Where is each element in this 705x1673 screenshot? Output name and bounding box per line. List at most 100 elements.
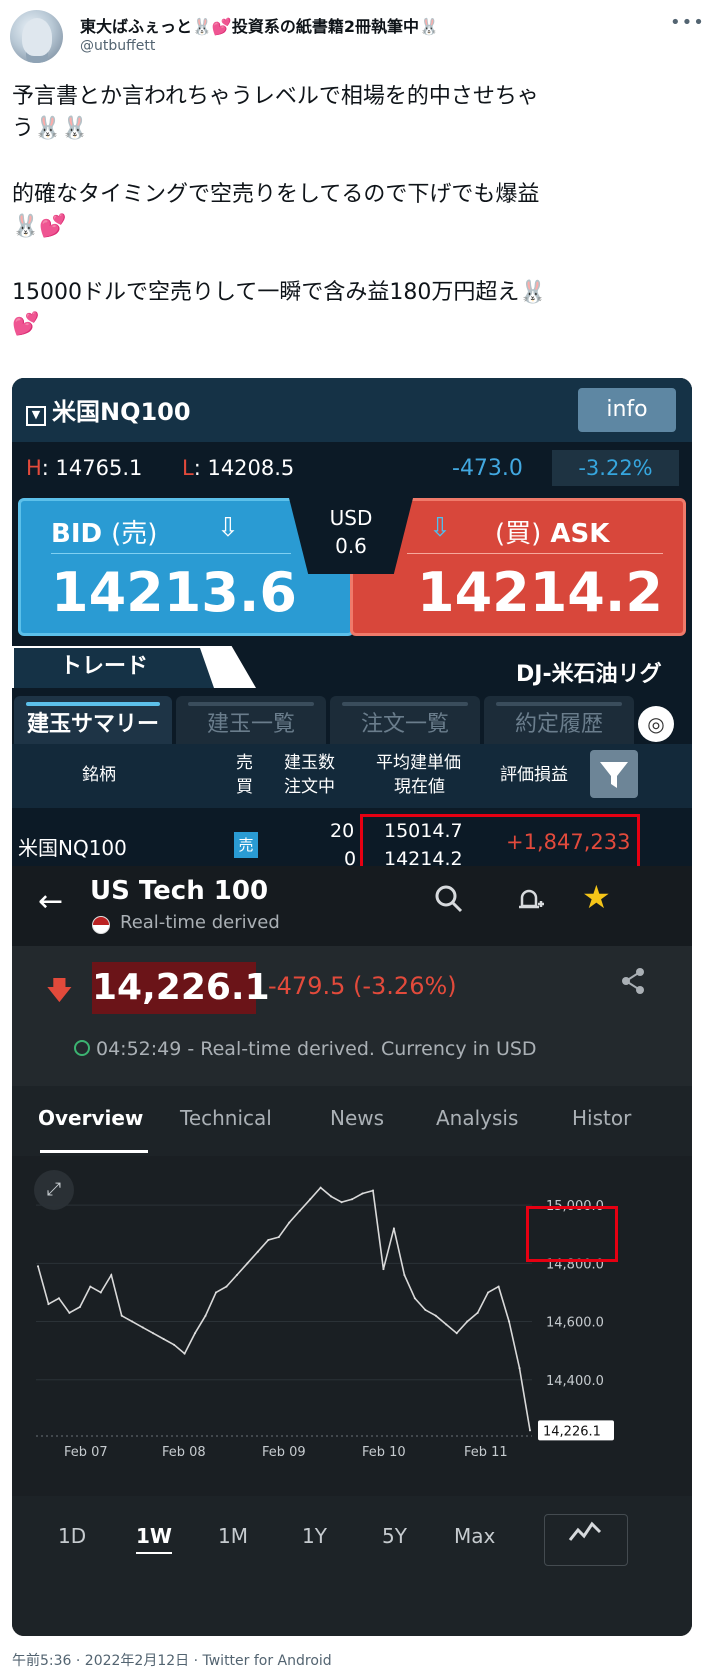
tab-trade-label: トレード <box>60 654 149 679</box>
subtab-position-summary[interactable]: 建玉サマリー <box>14 696 172 746</box>
attached-screenshot[interactable]: ▼ 米国NQ100 info H: 14765.1 L: 14208.5 -473… <box>12 378 692 1636</box>
filter-icon[interactable] <box>590 750 638 798</box>
tab-technical[interactable]: Technical <box>180 1106 272 1130</box>
data-point <box>298 1209 301 1212</box>
back-arrow-icon[interactable]: ← <box>38 884 63 919</box>
tab-overview[interactable]: Overview <box>38 1106 143 1130</box>
data-point <box>382 1268 385 1271</box>
tweet-timestamp[interactable]: 午前5:36 · 2022年2月12日 · Twitter for Androi… <box>12 1650 332 1670</box>
info-button[interactable]: info <box>578 388 676 432</box>
instrument-subtitle: Real-time derived <box>120 912 280 933</box>
tweet-text-line: 15000ドルで空売りして一瞬で含み益180万円超え🐰 <box>12 280 547 305</box>
more-icon[interactable]: ••• <box>670 12 705 33</box>
data-point <box>267 1239 270 1242</box>
tweet-text-line: 🐰💕 <box>12 214 67 239</box>
low-prefix: L <box>182 456 194 480</box>
data-point <box>424 1308 427 1311</box>
data-point <box>37 1265 39 1268</box>
data-point <box>529 1429 531 1432</box>
data-point <box>277 1236 280 1239</box>
data-point <box>120 1314 123 1317</box>
ask-label: (買) ASK <box>495 519 610 549</box>
price-chart[interactable]: ⤢ 15,000.0 14,800.0 14,600.0 14,400.0 Feb 07… <box>12 1156 692 1496</box>
range-1d[interactable]: 1D <box>58 1524 86 1548</box>
data-point <box>68 1311 71 1314</box>
data-point <box>99 1291 102 1294</box>
data-point <box>194 1332 197 1335</box>
trading-app: ▼ 米国NQ100 info H: 14765.1 L: 14208.5 -473… <box>12 378 692 920</box>
avatar[interactable] <box>10 10 63 63</box>
tweet-text-line: 予言書とか言われちゃうレベルで相場を的中させちゃ <box>12 84 539 109</box>
data-point <box>518 1367 521 1370</box>
app-header: ← US Tech 100 Real-time derived ★ <box>12 866 692 946</box>
tweet-text-line: 💕 <box>12 312 40 337</box>
share-icon[interactable] <box>618 966 648 1003</box>
tab-historical[interactable]: Histor <box>572 1106 631 1130</box>
data-point <box>361 1192 364 1195</box>
range-max[interactable]: Max <box>454 1524 495 1548</box>
dropdown-icon[interactable]: ▼ <box>26 406 46 426</box>
low-value: L: 14208.5 <box>182 456 294 480</box>
camera-icon[interactable]: ◎ <box>638 706 674 742</box>
quote-header: ▼ 米国NQ100 info <box>12 378 692 442</box>
data-point <box>319 1186 322 1189</box>
tab-analysis[interactable]: Analysis <box>436 1106 518 1130</box>
search-icon[interactable] <box>434 884 464 921</box>
user-handle[interactable]: @utbuffett <box>80 38 155 54</box>
col-pnl: 評価損益 <box>500 765 568 785</box>
subtab-execution-history[interactable]: 約定履歴 <box>484 696 634 746</box>
data-point <box>47 1303 50 1306</box>
data-point <box>455 1332 458 1335</box>
price-change: -479.5 (-3.26%) <box>268 972 457 1000</box>
data-point <box>235 1273 238 1276</box>
high-prefix: H <box>26 456 42 480</box>
spread-currency: USD <box>329 506 373 530</box>
data-point <box>214 1291 217 1294</box>
data-point <box>225 1285 228 1288</box>
data-point <box>340 1201 343 1204</box>
x-tick-label: Feb 07 <box>64 1445 108 1460</box>
col-side-sell: 売 <box>236 753 253 773</box>
row-pnl: +1,847,233 <box>506 830 631 854</box>
alert-add-icon[interactable] <box>514 884 546 922</box>
position-subtabs: 建玉サマリー 建玉一覧 注文一覧 約定履歴 ◎ <box>12 688 692 746</box>
range-1m[interactable]: 1M <box>218 1524 248 1548</box>
col-current-price: 現在値 <box>394 777 445 797</box>
low-number: : 14208.5 <box>193 456 295 480</box>
data-point <box>173 1343 176 1346</box>
data-point <box>204 1314 207 1317</box>
x-tick-label: Feb 09 <box>262 1445 306 1460</box>
range-1w[interactable]: 1W <box>136 1524 172 1554</box>
row-avg-price: 15014.7 <box>384 820 463 842</box>
range-1y[interactable]: 1Y <box>302 1524 327 1548</box>
star-icon[interactable]: ★ <box>582 878 611 916</box>
x-tick-label: Feb 08 <box>162 1445 206 1460</box>
data-point <box>89 1285 92 1288</box>
down-arrow-icon: 🡇 <box>46 976 73 1006</box>
col-qty: 建玉数 <box>284 753 335 773</box>
chart-type-icon[interactable] <box>544 1514 628 1566</box>
display-name[interactable]: 東大ばふぇっと🐰💕投資系の紙書籍2冊執筆中🐰 <box>80 13 439 37</box>
data-point <box>246 1262 249 1265</box>
ask-price: 14214.2 <box>417 561 663 624</box>
subtab-position-list[interactable]: 建玉一覧 <box>176 696 326 746</box>
high-low-row: H: 14765.1 L: 14208.5 -473.0 -3.22% <box>12 442 692 492</box>
symbol-title[interactable]: ▼ 米国NQ100 <box>26 392 191 427</box>
data-point <box>434 1314 437 1317</box>
col-symbol: 銘柄 <box>82 765 116 785</box>
tab-news[interactable]: News <box>330 1106 384 1130</box>
subtab-order-list[interactable]: 注文一覧 <box>330 696 480 746</box>
range-5y[interactable]: 5Y <box>382 1524 407 1548</box>
data-point <box>413 1297 416 1300</box>
highlight-box <box>526 1206 618 1262</box>
sell-badge: 売 <box>234 832 258 858</box>
timestamp: 04:52:49 - Real-time derived. Currency i… <box>96 1038 537 1060</box>
x-tick-label: Feb 11 <box>464 1445 508 1460</box>
instrument-title: US Tech 100 <box>90 876 269 906</box>
section-tabs: Overview Technical News Analysis Histor <box>12 1086 692 1152</box>
symbol-label: 米国NQ100 <box>52 398 191 426</box>
data-point <box>445 1323 448 1326</box>
data-point <box>392 1227 395 1230</box>
bid-label: BID (売) <box>51 519 158 549</box>
tab-oil-rig[interactable]: DJ-米石油リグ <box>516 656 662 688</box>
